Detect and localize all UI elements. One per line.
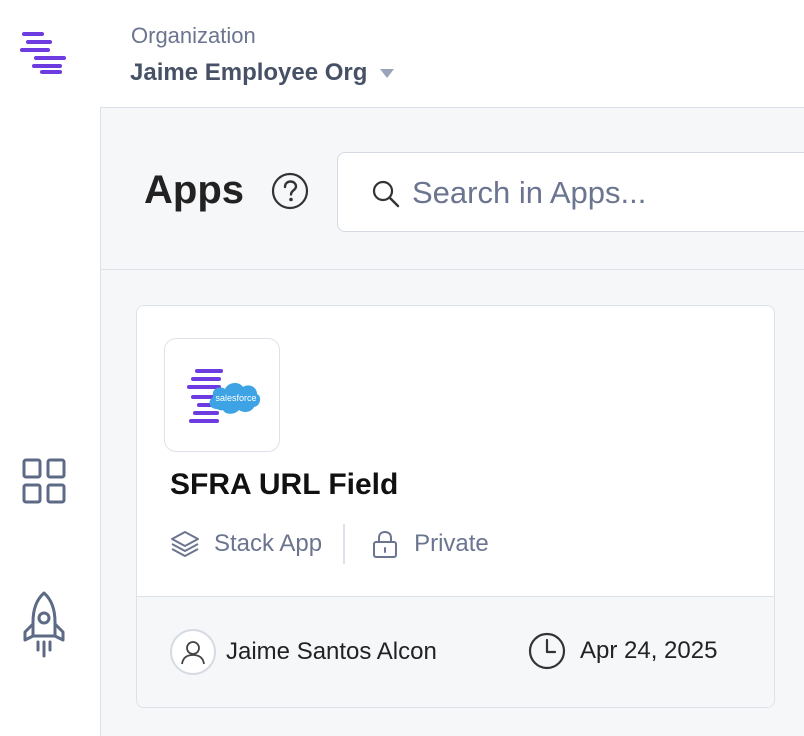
stack-logo-icon[interactable] — [20, 30, 70, 74]
app-name[interactable]: SFRA URL Field — [170, 468, 398, 502]
user-icon — [181, 641, 205, 665]
apps-grid-icon[interactable] — [21, 457, 67, 505]
layers-icon — [171, 531, 199, 557]
search-box[interactable] — [337, 152, 804, 232]
org-label: Organization — [131, 23, 256, 48]
card-footer: Jaime Santos Alcon Apr 24, 2025 — [137, 596, 774, 707]
date-text: Apr 24, 2025 — [580, 637, 718, 664]
app-meta: Stack App Private — [170, 524, 489, 564]
meta-divider — [343, 524, 346, 564]
left-rail — [0, 0, 100, 736]
avatar — [170, 629, 216, 675]
caret-down-icon[interactable] — [379, 67, 395, 79]
app-author: Jaime Santos Alcon — [170, 629, 437, 675]
app-visibility: Private — [414, 530, 489, 557]
org-switcher[interactable]: Jaime Employee Org — [130, 59, 395, 87]
main-content: Apps salesforce — [100, 108, 804, 736]
app-type: Stack App — [214, 530, 323, 557]
app-logo: salesforce — [164, 338, 280, 452]
clock-icon — [528, 632, 566, 670]
app-card[interactable]: salesforce SFRA URL Field Stack App Priv… — [136, 305, 775, 708]
org-name: Jaime Employee Org — [130, 59, 368, 86]
salesforce-logo-text: salesforce — [215, 393, 256, 403]
page-title: Apps — [144, 168, 244, 212]
salesforce-stack-logo-icon: salesforce — [187, 369, 261, 423]
lock-icon — [373, 530, 398, 558]
help-circle-icon[interactable] — [271, 172, 309, 210]
search-input[interactable] — [412, 171, 792, 215]
rocket-icon[interactable] — [20, 590, 68, 660]
org-header: Organization Jaime Employee Org — [100, 0, 804, 108]
apps-header: Apps — [101, 108, 804, 270]
search-icon — [372, 180, 400, 208]
app-date: Apr 24, 2025 — [527, 631, 717, 671]
author-name: Jaime Santos Alcon — [226, 638, 437, 665]
